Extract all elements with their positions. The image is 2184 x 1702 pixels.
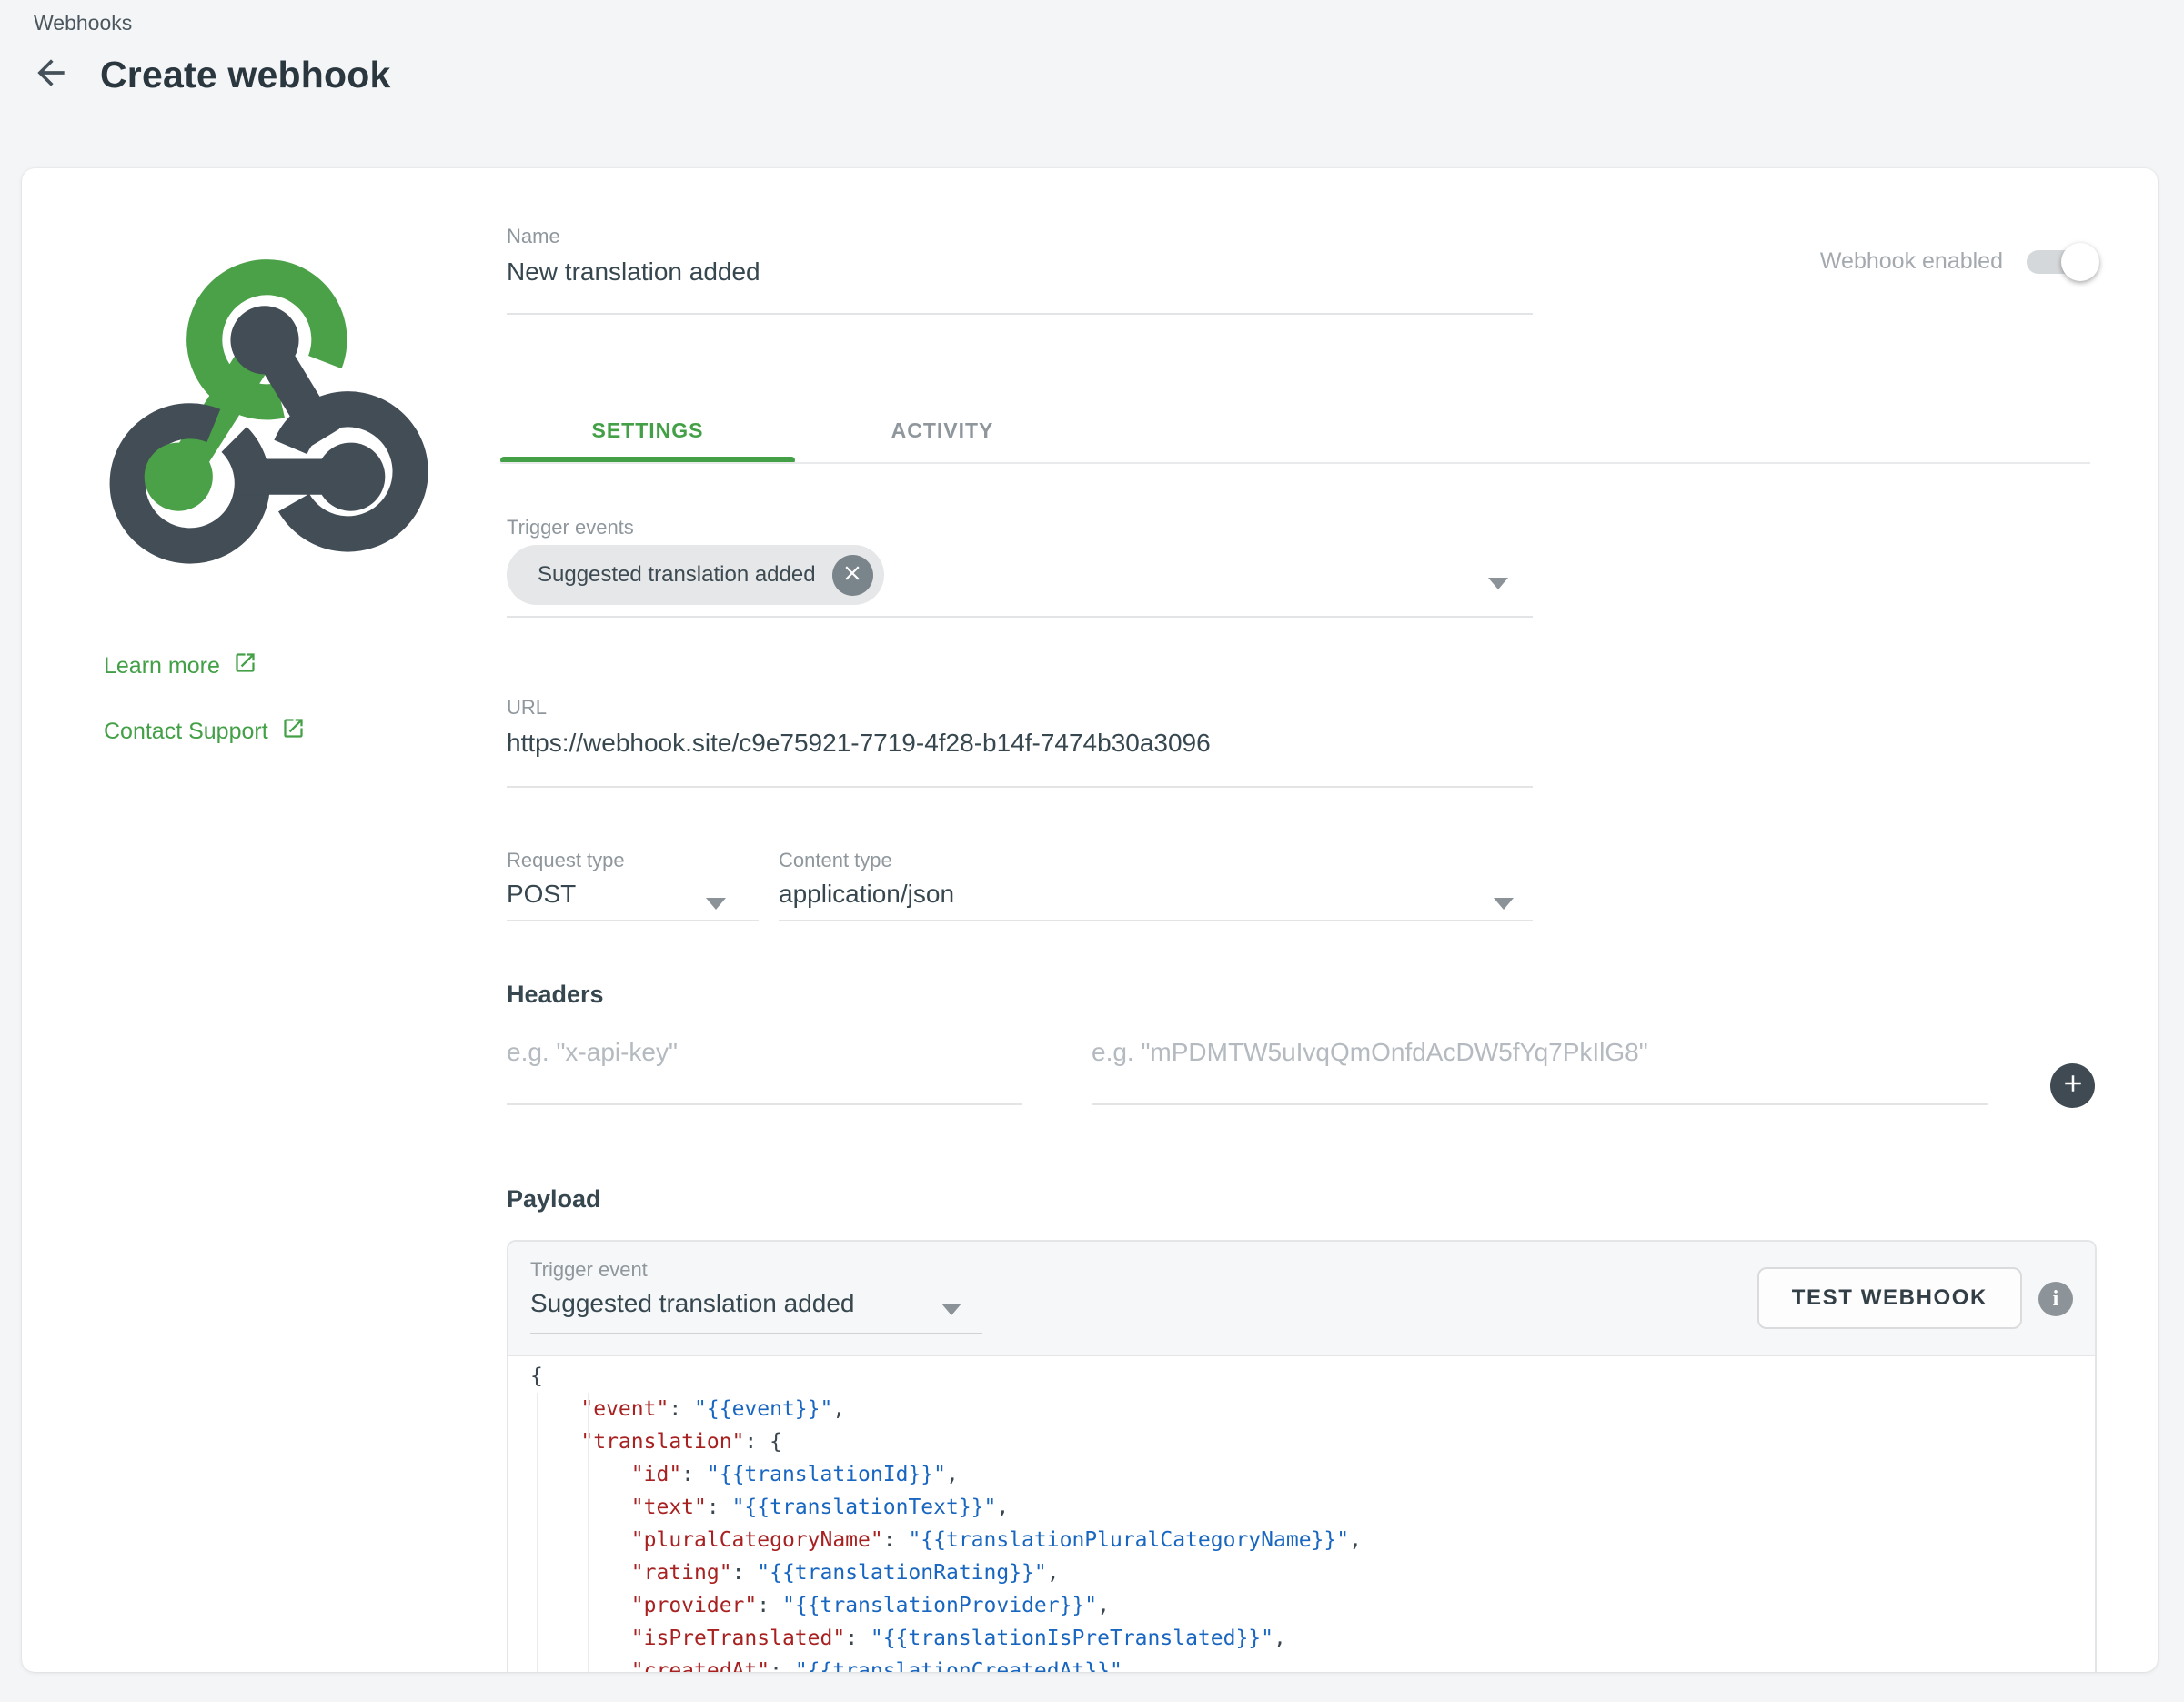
plus-icon [2059, 1070, 2087, 1102]
add-header-button[interactable] [2050, 1063, 2095, 1108]
url-label: URL [507, 696, 547, 720]
page-title: Create webhook [100, 54, 391, 96]
request-type-select[interactable]: POST [507, 880, 576, 909]
webhook-logo [86, 230, 443, 587]
request-type-underline [507, 920, 759, 921]
learn-more-link[interactable]: Learn more [104, 650, 257, 681]
payload-panel-header: Trigger event Suggested translation adde… [508, 1242, 2095, 1356]
tab-settings[interactable]: SETTINGS [500, 398, 795, 463]
trigger-events-underline [507, 616, 1533, 618]
webhook-enabled-row: Webhook enabled [1820, 248, 2092, 275]
back-button[interactable] [27, 51, 75, 98]
payload-trigger-event-caret[interactable] [941, 1304, 961, 1315]
create-webhook-card: Learn more Contact Support Name New tran… [22, 168, 2158, 1672]
name-label: Name [507, 225, 560, 248]
request-type-label: Request type [507, 849, 625, 872]
url-input[interactable]: https://webhook.site/c9e75921-7719-4f28-… [507, 729, 1211, 758]
url-underline [507, 786, 1533, 788]
info-icon[interactable]: i [2038, 1282, 2073, 1316]
payload-panel: Trigger event Suggested translation adde… [507, 1240, 2097, 1672]
learn-more-label: Learn more [104, 653, 220, 680]
test-webhook-button[interactable]: TEST WEBHOOK [1757, 1267, 2022, 1329]
trigger-events-dropdown-caret[interactable] [1488, 578, 1508, 589]
name-input[interactable]: New translation added [507, 257, 760, 287]
webhook-enabled-toggle[interactable] [2027, 250, 2092, 274]
header-value-input[interactable] [1092, 1031, 1988, 1074]
trigger-event-chip[interactable]: Suggested translation added [507, 545, 884, 605]
tab-activity[interactable]: ACTIVITY [795, 398, 1090, 463]
request-type-caret[interactable] [706, 898, 726, 910]
tab-bar: SETTINGS ACTIVITY [500, 398, 1090, 463]
payload-heading: Payload [507, 1185, 601, 1214]
payload-trigger-event-label: Trigger event [530, 1258, 648, 1282]
payload-trigger-event-underline [530, 1333, 982, 1334]
payload-code-editor[interactable]: { "event": "{{event}}", "translation": {… [508, 1356, 2095, 1672]
header-value-underline [1092, 1103, 1988, 1105]
content-type-caret[interactable] [1494, 898, 1514, 910]
close-icon [840, 561, 864, 589]
arrow-back-icon [31, 53, 71, 97]
content-type-label: Content type [779, 849, 892, 872]
payload-trigger-event-select[interactable]: Suggested translation added [530, 1289, 855, 1318]
chip-label: Suggested translation added [538, 562, 816, 588]
name-underline [507, 313, 1533, 315]
title-bar: Create webhook [27, 51, 391, 98]
open-in-new-icon [281, 716, 306, 747]
indent-guide [588, 1393, 589, 1672]
content-type-underline [779, 920, 1533, 921]
headers-heading: Headers [507, 981, 604, 1009]
indent-guide [537, 1393, 538, 1672]
tab-divider [500, 462, 2090, 464]
contact-support-label: Contact Support [104, 719, 268, 745]
trigger-events-label: Trigger events [507, 516, 634, 539]
open-in-new-icon [233, 650, 257, 681]
chip-remove-button[interactable] [832, 555, 873, 596]
header-key-underline [507, 1103, 1022, 1105]
webhook-enabled-label: Webhook enabled [1820, 248, 2003, 275]
breadcrumb[interactable]: Webhooks [34, 11, 132, 35]
header-key-input[interactable] [507, 1031, 1022, 1074]
content-type-select[interactable]: application/json [779, 880, 954, 909]
contact-support-link[interactable]: Contact Support [104, 716, 306, 747]
toggle-thumb [2061, 243, 2099, 281]
